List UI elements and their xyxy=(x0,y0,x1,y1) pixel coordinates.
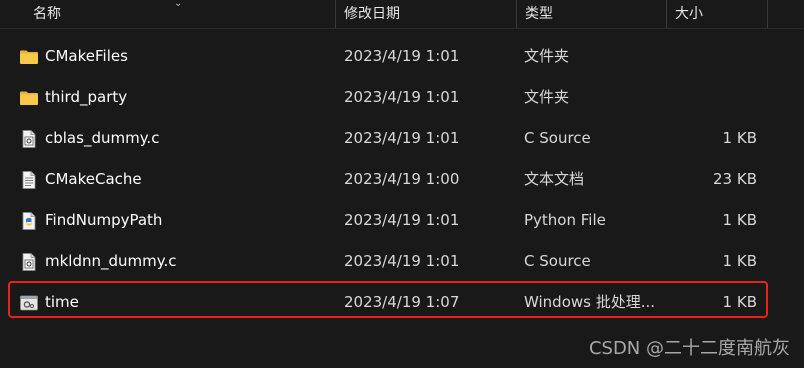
sort-caret-icon: ⌄ xyxy=(174,0,183,9)
file-row-findnumpypath[interactable]: FindNumpyPath 2023/4/19 1:01 Python File… xyxy=(0,200,804,241)
c-source-file-icon xyxy=(22,253,36,271)
file-type: Python File xyxy=(524,211,606,229)
highlight-box xyxy=(8,281,768,318)
file-name: cblas_dummy.c xyxy=(45,129,160,147)
file-name: CMakeCache xyxy=(45,170,142,188)
column-divider[interactable] xyxy=(767,0,768,28)
file-row-cmakecache[interactable]: CMakeCache 2023/4/19 1:00 文本文档 23 KB xyxy=(0,159,804,200)
file-type: 文件夹 xyxy=(524,88,570,106)
column-header-date[interactable]: 修改日期 xyxy=(336,0,516,28)
file-row-third-party[interactable]: third_party 2023/4/19 1:01 文件夹 xyxy=(0,77,804,118)
file-name: mkldnn_dummy.c xyxy=(45,252,177,270)
file-name: FindNumpyPath xyxy=(45,211,163,229)
file-row-cblas-dummy[interactable]: cblas_dummy.c 2023/4/19 1:01 C Source 1 … xyxy=(0,118,804,159)
python-file-icon xyxy=(22,212,36,230)
file-date: 2023/4/19 1:01 xyxy=(344,211,460,229)
file-explorer-list: 名称 ⌄ 修改日期 类型 大小 CMakeFiles 2023/4/19 1:0… xyxy=(0,0,804,368)
column-header-size[interactable]: 大小 xyxy=(667,0,767,28)
folder-icon xyxy=(20,91,38,105)
watermark-text: CSDN @二十二度南航灰 xyxy=(588,338,790,359)
file-size: 1 KB xyxy=(722,252,757,270)
text-file-icon xyxy=(22,171,36,189)
file-size: 1 KB xyxy=(722,211,757,229)
file-row-mkldnn-dummy[interactable]: mkldnn_dummy.c 2023/4/19 1:01 C Source 1… xyxy=(0,241,804,282)
c-source-file-icon xyxy=(22,130,36,148)
column-header-bar: 名称 ⌄ 修改日期 类型 大小 xyxy=(0,0,804,29)
file-type: 文件夹 xyxy=(524,47,570,65)
column-header-type[interactable]: 类型 xyxy=(517,0,667,28)
file-name: CMakeFiles xyxy=(45,47,128,65)
file-date: 2023/4/19 1:01 xyxy=(344,47,460,65)
file-type: C Source xyxy=(524,129,591,147)
file-list: CMakeFiles 2023/4/19 1:01 文件夹 third_part… xyxy=(0,36,804,323)
file-date: 2023/4/19 1:01 xyxy=(344,88,460,106)
file-date: 2023/4/19 1:01 xyxy=(344,129,460,147)
file-name: third_party xyxy=(45,88,128,106)
folder-icon xyxy=(20,50,38,64)
file-type: 文本文档 xyxy=(524,170,585,188)
file-date: 2023/4/19 1:00 xyxy=(344,170,460,188)
file-type: C Source xyxy=(524,252,591,270)
file-row-cmakefiles[interactable]: CMakeFiles 2023/4/19 1:01 文件夹 xyxy=(0,36,804,77)
file-date: 2023/4/19 1:01 xyxy=(344,252,460,270)
file-size: 23 KB xyxy=(713,170,757,188)
file-size: 1 KB xyxy=(722,129,757,147)
